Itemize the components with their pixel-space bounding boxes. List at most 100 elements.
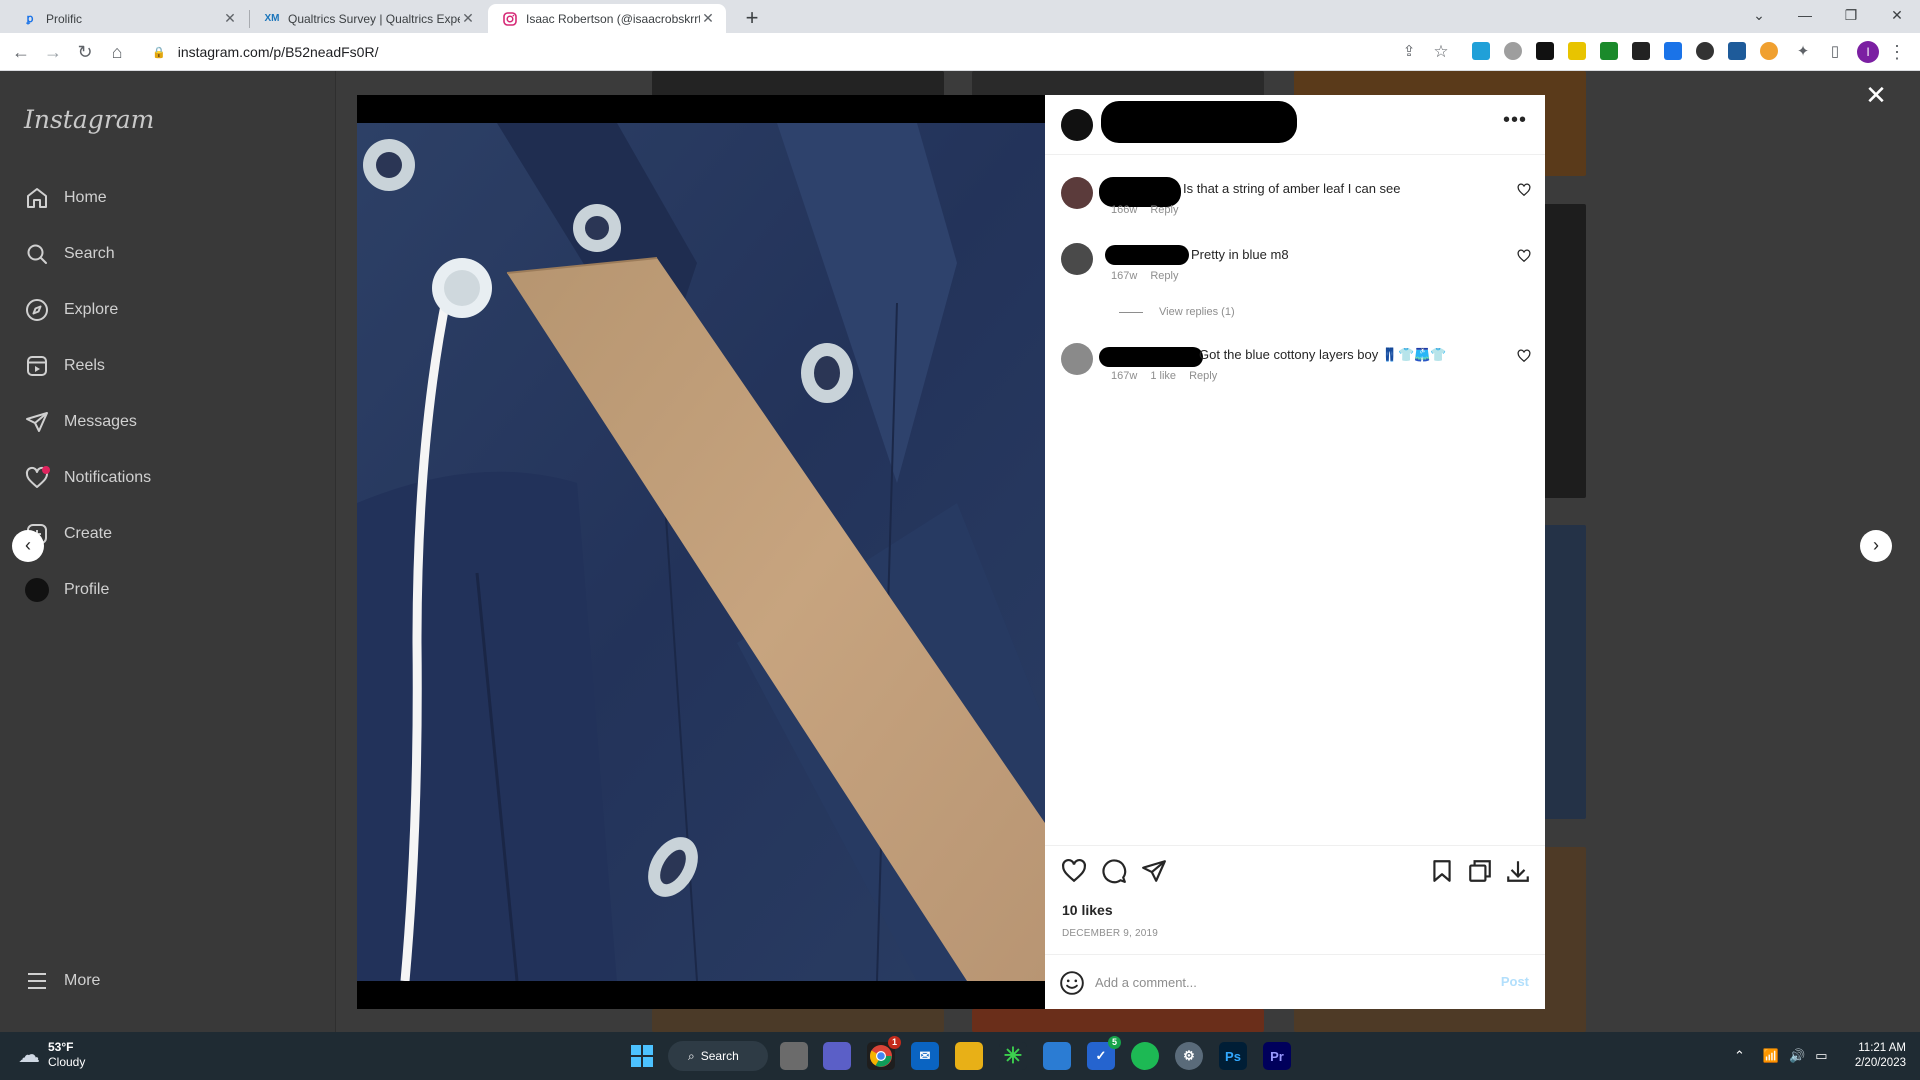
- premiere-icon[interactable]: Pr: [1263, 1042, 1291, 1070]
- menu-dots-icon[interactable]: ⋮: [1884, 39, 1910, 65]
- sidebar-item-notifications[interactable]: Notifications: [24, 463, 151, 493]
- avatar[interactable]: [1061, 177, 1093, 209]
- new-tab-button[interactable]: +: [738, 5, 766, 33]
- sidebar-item-search[interactable]: Search: [24, 239, 115, 269]
- instagram-logo[interactable]: Instagram: [24, 105, 154, 134]
- comment-icon[interactable]: [1101, 858, 1127, 884]
- profile-avatar[interactable]: I: [1857, 41, 1879, 63]
- puzzle-icon[interactable]: ✦: [1790, 39, 1816, 65]
- tab-qualtrics[interactable]: XM Qualtrics Survey | Qualtrics Exper ✕: [250, 4, 486, 33]
- extension-icon[interactable]: [1696, 42, 1714, 60]
- avatar[interactable]: [1061, 243, 1093, 275]
- share-icon[interactable]: ⇪: [1396, 39, 1422, 65]
- address-bar[interactable]: 🔒 instagram.com/p/B52neadFs0R/: [138, 37, 1438, 67]
- chrome-icon[interactable]: 1: [867, 1036, 901, 1070]
- share-icon[interactable]: [1141, 858, 1167, 884]
- forward-button[interactable]: →: [40, 39, 66, 65]
- emoji-icon[interactable]: [1059, 970, 1085, 996]
- back-button[interactable]: ←: [8, 39, 34, 65]
- store-icon[interactable]: [1043, 1042, 1071, 1070]
- page-scrollbar[interactable]: [1906, 71, 1920, 1032]
- comment-text: Got the blue cottony layers boy 👖👕🩳👕: [1199, 347, 1447, 362]
- reload-button[interactable]: ↻: [72, 39, 98, 65]
- sidebar-item-profile[interactable]: Profile: [24, 575, 109, 605]
- minimize-button[interactable]: —: [1782, 0, 1828, 30]
- search-icon: [24, 241, 50, 267]
- like-comment-heart-icon[interactable]: [1517, 183, 1531, 197]
- mail-icon[interactable]: ✉: [911, 1042, 939, 1070]
- sidebar-item-reels[interactable]: Reels: [24, 351, 105, 381]
- post-comment-button[interactable]: Post: [1501, 974, 1529, 989]
- more-options-icon[interactable]: •••: [1503, 109, 1527, 132]
- extension-icon[interactable]: [1472, 42, 1490, 60]
- prolific-extension-icon[interactable]: [1664, 42, 1682, 60]
- like-comment-heart-icon[interactable]: [1517, 349, 1531, 363]
- weather-widget[interactable]: ☁ 53°F Cloudy: [18, 1040, 85, 1070]
- download-extension-icon[interactable]: [1600, 42, 1618, 60]
- cloud-icon: ☁: [18, 1042, 40, 1067]
- spotify-icon[interactable]: [1131, 1042, 1159, 1070]
- close-icon[interactable]: ✕: [460, 10, 476, 27]
- comment-input[interactable]: [1095, 967, 1455, 997]
- extension-icon[interactable]: [1536, 42, 1554, 60]
- view-replies-link[interactable]: View replies (1): [1119, 306, 1235, 318]
- taskbar-search-label: Search: [700, 1049, 739, 1063]
- sidebar-item-messages[interactable]: Messages: [24, 407, 137, 437]
- owner-avatar[interactable]: [1061, 109, 1093, 141]
- previous-post-button[interactable]: ‹: [12, 530, 44, 562]
- bookmark-star-icon[interactable]: ☆: [1428, 39, 1454, 65]
- photoshop-icon[interactable]: Ps: [1219, 1042, 1247, 1070]
- collection-icon[interactable]: [1467, 858, 1493, 884]
- save-bookmark-icon[interactable]: [1429, 858, 1455, 884]
- download-icon[interactable]: [1505, 858, 1531, 884]
- divider: [1119, 311, 1143, 313]
- todo-icon[interactable]: ✓ 5: [1087, 1036, 1121, 1070]
- extension-icon[interactable]: [1632, 42, 1650, 60]
- windows-start-icon[interactable]: [628, 1042, 656, 1070]
- lock-icon: 🔒: [152, 46, 166, 59]
- file-explorer-icon[interactable]: [955, 1042, 983, 1070]
- view-replies-label: View replies (1): [1159, 306, 1235, 318]
- post-details-panel: ••• Is that a string of amber leaf I can…: [1045, 95, 1545, 1009]
- next-post-button[interactable]: ›: [1860, 530, 1892, 562]
- extension-icon[interactable]: [1760, 42, 1778, 60]
- sidebar-item-more[interactable]: More: [24, 966, 100, 996]
- sidebar-item-label: Notifications: [64, 469, 152, 486]
- close-icon[interactable]: ✕: [222, 10, 238, 27]
- extension-icon[interactable]: [1504, 42, 1522, 60]
- chevron-up-icon[interactable]: ⌃: [1734, 1048, 1745, 1064]
- reply-link[interactable]: Reply: [1150, 204, 1178, 216]
- avatar[interactable]: [1061, 343, 1093, 375]
- reply-link[interactable]: Reply: [1189, 370, 1217, 382]
- close-window-button[interactable]: ✕: [1874, 0, 1920, 30]
- task-view-icon[interactable]: [780, 1042, 808, 1070]
- extension-icon[interactable]: [1568, 42, 1586, 60]
- sidebar-item-explore[interactable]: Explore: [24, 295, 118, 325]
- extension-icon[interactable]: [1728, 42, 1746, 60]
- comment-like-count[interactable]: 1 like: [1150, 370, 1176, 382]
- post-media[interactable]: [357, 95, 1045, 1009]
- side-panel-icon[interactable]: ▯: [1822, 39, 1848, 65]
- taskbar-search[interactable]: ⌕ Search: [668, 1041, 768, 1071]
- wifi-icon[interactable]: 📶: [1763, 1048, 1779, 1064]
- system-clock[interactable]: 11:21 AM 2/20/2023: [1855, 1041, 1906, 1071]
- tab-prolific[interactable]: ꝑ Prolific ✕: [8, 4, 248, 33]
- sidebar-item-label: Messages: [64, 413, 137, 430]
- teams-icon[interactable]: [823, 1042, 851, 1070]
- redacted-username: [1105, 245, 1189, 265]
- close-icon[interactable]: ✕: [700, 10, 716, 27]
- like-count[interactable]: 10 likes: [1062, 902, 1113, 918]
- tab-instagram[interactable]: Isaac Robertson (@isaacrobskrrt ✕: [488, 4, 726, 33]
- battery-icon[interactable]: ▭: [1815, 1048, 1827, 1064]
- app-icon[interactable]: ✳: [999, 1042, 1027, 1070]
- maximize-button[interactable]: ❐: [1828, 0, 1874, 30]
- volume-icon[interactable]: 🔊: [1789, 1048, 1805, 1064]
- reply-link[interactable]: Reply: [1150, 270, 1178, 282]
- like-heart-icon[interactable]: [1061, 858, 1087, 884]
- close-modal-icon[interactable]: ✕: [1862, 81, 1890, 109]
- sidebar-item-home[interactable]: Home: [24, 183, 107, 213]
- settings-gear-icon[interactable]: ⚙: [1175, 1042, 1203, 1070]
- home-button[interactable]: ⌂: [104, 39, 130, 65]
- chevron-down-icon[interactable]: ⌄: [1736, 0, 1782, 30]
- like-comment-heart-icon[interactable]: [1517, 249, 1531, 263]
